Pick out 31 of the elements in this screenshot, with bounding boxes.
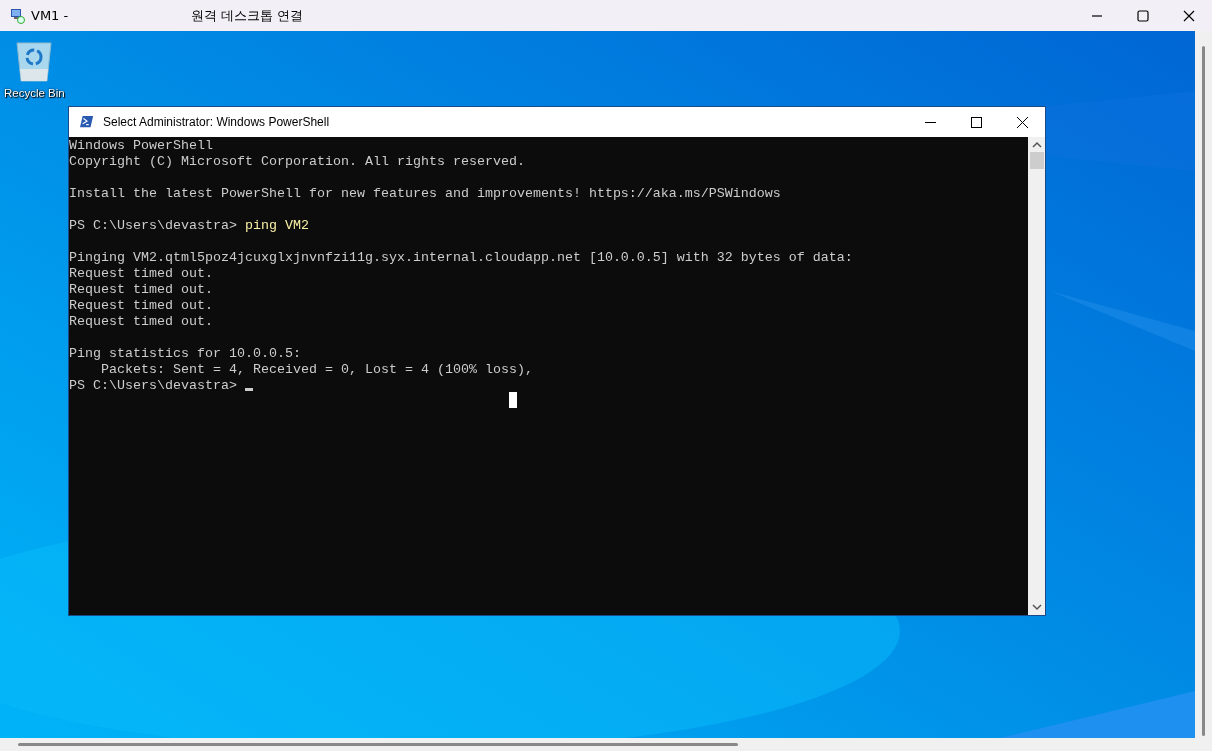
scrollbar-thumb[interactable] bbox=[18, 743, 738, 746]
console-output: Packets: Sent = 4, Received = 0, Lost = 4 (100% loss), bbox=[100, 362, 533, 377]
console-output: Request timed out. bbox=[69, 298, 213, 313]
console-output: Install the latest PowerShell for new features and improvements! https://aka.ms/PSWindows bbox=[69, 186, 781, 201]
console-command: ping VM2 bbox=[244, 218, 309, 233]
console-prompt: PS C:\Users\devastra> bbox=[69, 218, 237, 233]
window-title: Select Administrator: Windows PowerShell bbox=[103, 115, 330, 129]
recycle-bin-icon[interactable] bbox=[14, 39, 55, 83]
console-output: Request timed out. bbox=[69, 266, 213, 281]
maximize-icon bbox=[1137, 9, 1149, 22]
scrollbar-thumb[interactable] bbox=[1029, 152, 1044, 169]
console-prompt: PS C:\Users\devastra> bbox=[69, 378, 237, 393]
console-output: Pinging VM2.qtml5poz4jcuxglxjnvnfzi11g.syx.internal.cloudapp.net [10.0.0.5] with 32 bytes of data: bbox=[69, 250, 853, 265]
scrollbar-thumb[interactable] bbox=[1202, 46, 1205, 736]
console-output: Copyright (C) Microsoft Corporation. All rights reserved. bbox=[69, 154, 525, 169]
maximize-icon bbox=[970, 116, 982, 128]
text-cursor bbox=[244, 388, 253, 391]
console-output: Request timed out. bbox=[69, 282, 213, 297]
scroll-up-icon[interactable] bbox=[1031, 141, 1042, 148]
powershell-icon bbox=[79, 115, 95, 129]
icon-label: Recycle Bin bbox=[4, 87, 65, 99]
close-icon bbox=[1016, 116, 1028, 128]
scroll-down-icon[interactable] bbox=[1031, 604, 1042, 611]
console-output: Ping statistics for 10.0.0.5: bbox=[69, 346, 301, 361]
window-title: 원격 데스크톱 연결 bbox=[191, 6, 304, 25]
mouse-cursor-icon bbox=[509, 392, 517, 408]
console-output: Request timed out. bbox=[69, 314, 213, 329]
window-title: VM1 - bbox=[31, 8, 70, 23]
close-icon bbox=[1183, 9, 1195, 22]
monitor-icon bbox=[10, 7, 26, 24]
console-output: Windows PowerShell bbox=[69, 138, 213, 153]
